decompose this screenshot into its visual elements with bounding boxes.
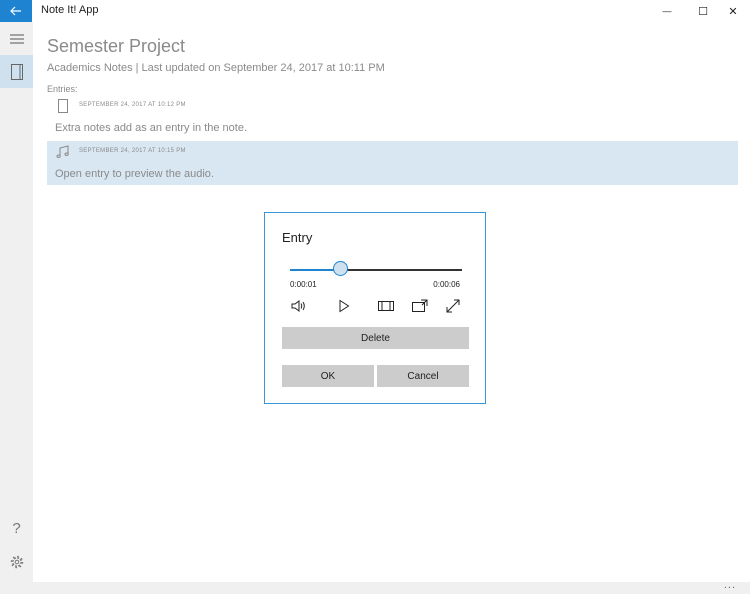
audio-progress-slider[interactable] (290, 261, 462, 276)
help-button[interactable]: ? (0, 512, 33, 545)
close-button[interactable]: ✕ (716, 0, 750, 22)
delete-button[interactable]: Delete (282, 327, 469, 349)
maximize-button[interactable]: ☐ (686, 0, 720, 22)
music-note-icon (56, 145, 69, 158)
volume-button[interactable] (290, 297, 308, 315)
notebook-icon (10, 63, 23, 80)
entry-item[interactable]: SEPTEMBER 24, 2017 AT 10:12 PM Extra not… (47, 95, 738, 139)
app-title: Note It! App (41, 4, 99, 16)
play-icon (339, 299, 350, 313)
sidebar-item-notes[interactable] (0, 55, 33, 88)
close-icon: ✕ (728, 5, 738, 18)
current-time: 0:00:01 (290, 280, 317, 289)
app-window: Note It! App — ☐ ✕ ? Semester Project Ac… (0, 0, 750, 594)
minimize-button[interactable]: — (650, 0, 684, 22)
maximize-icon: ☐ (698, 5, 708, 18)
hamburger-icon (9, 34, 24, 43)
note-subtitle: Academics Notes | Last updated on Septem… (47, 62, 385, 74)
volume-icon (291, 300, 305, 312)
note-title: Semester Project (47, 36, 186, 56)
ok-button[interactable]: OK (282, 365, 374, 387)
aspect-ratio-icon (378, 301, 394, 311)
entries-label: Entries: (47, 84, 78, 94)
back-button[interactable] (0, 0, 32, 22)
total-time: 0:00:06 (433, 280, 460, 289)
cast-button[interactable] (411, 297, 429, 315)
slider-thumb[interactable] (332, 261, 348, 276)
bottom-app-bar: ... (0, 579, 750, 594)
help-icon: ? (12, 520, 21, 537)
title-bar: Note It! App — ☐ ✕ (0, 0, 750, 22)
dialog-title: Entry (282, 230, 313, 245)
minimize-icon: — (662, 6, 672, 16)
aspect-ratio-button[interactable] (377, 297, 395, 315)
entry-text: Extra notes add as an entry in the note. (55, 122, 248, 134)
entry-dialog: Entry 0:00:01 0:00:06 Delete OK Cancel (264, 212, 486, 404)
sidebar: ? (0, 22, 33, 582)
more-options-button[interactable]: ... (724, 579, 736, 591)
document-icon (58, 99, 68, 113)
entry-item[interactable]: SEPTEMBER 24, 2017 AT 10:15 PM Open entr… (47, 141, 738, 185)
entry-text: Open entry to preview the audio. (55, 168, 214, 180)
hamburger-button[interactable] (0, 22, 33, 55)
entry-date: SEPTEMBER 24, 2017 AT 10:15 PM (79, 148, 186, 154)
cancel-button[interactable]: Cancel (377, 365, 469, 387)
play-button[interactable] (335, 297, 353, 315)
settings-button[interactable] (0, 545, 33, 578)
entry-date: SEPTEMBER 24, 2017 AT 10:12 PM (79, 102, 186, 108)
fullscreen-icon (446, 299, 460, 313)
fullscreen-button[interactable] (444, 297, 462, 315)
cast-icon (412, 299, 428, 312)
gear-icon (10, 555, 23, 568)
back-arrow-icon (10, 6, 21, 16)
